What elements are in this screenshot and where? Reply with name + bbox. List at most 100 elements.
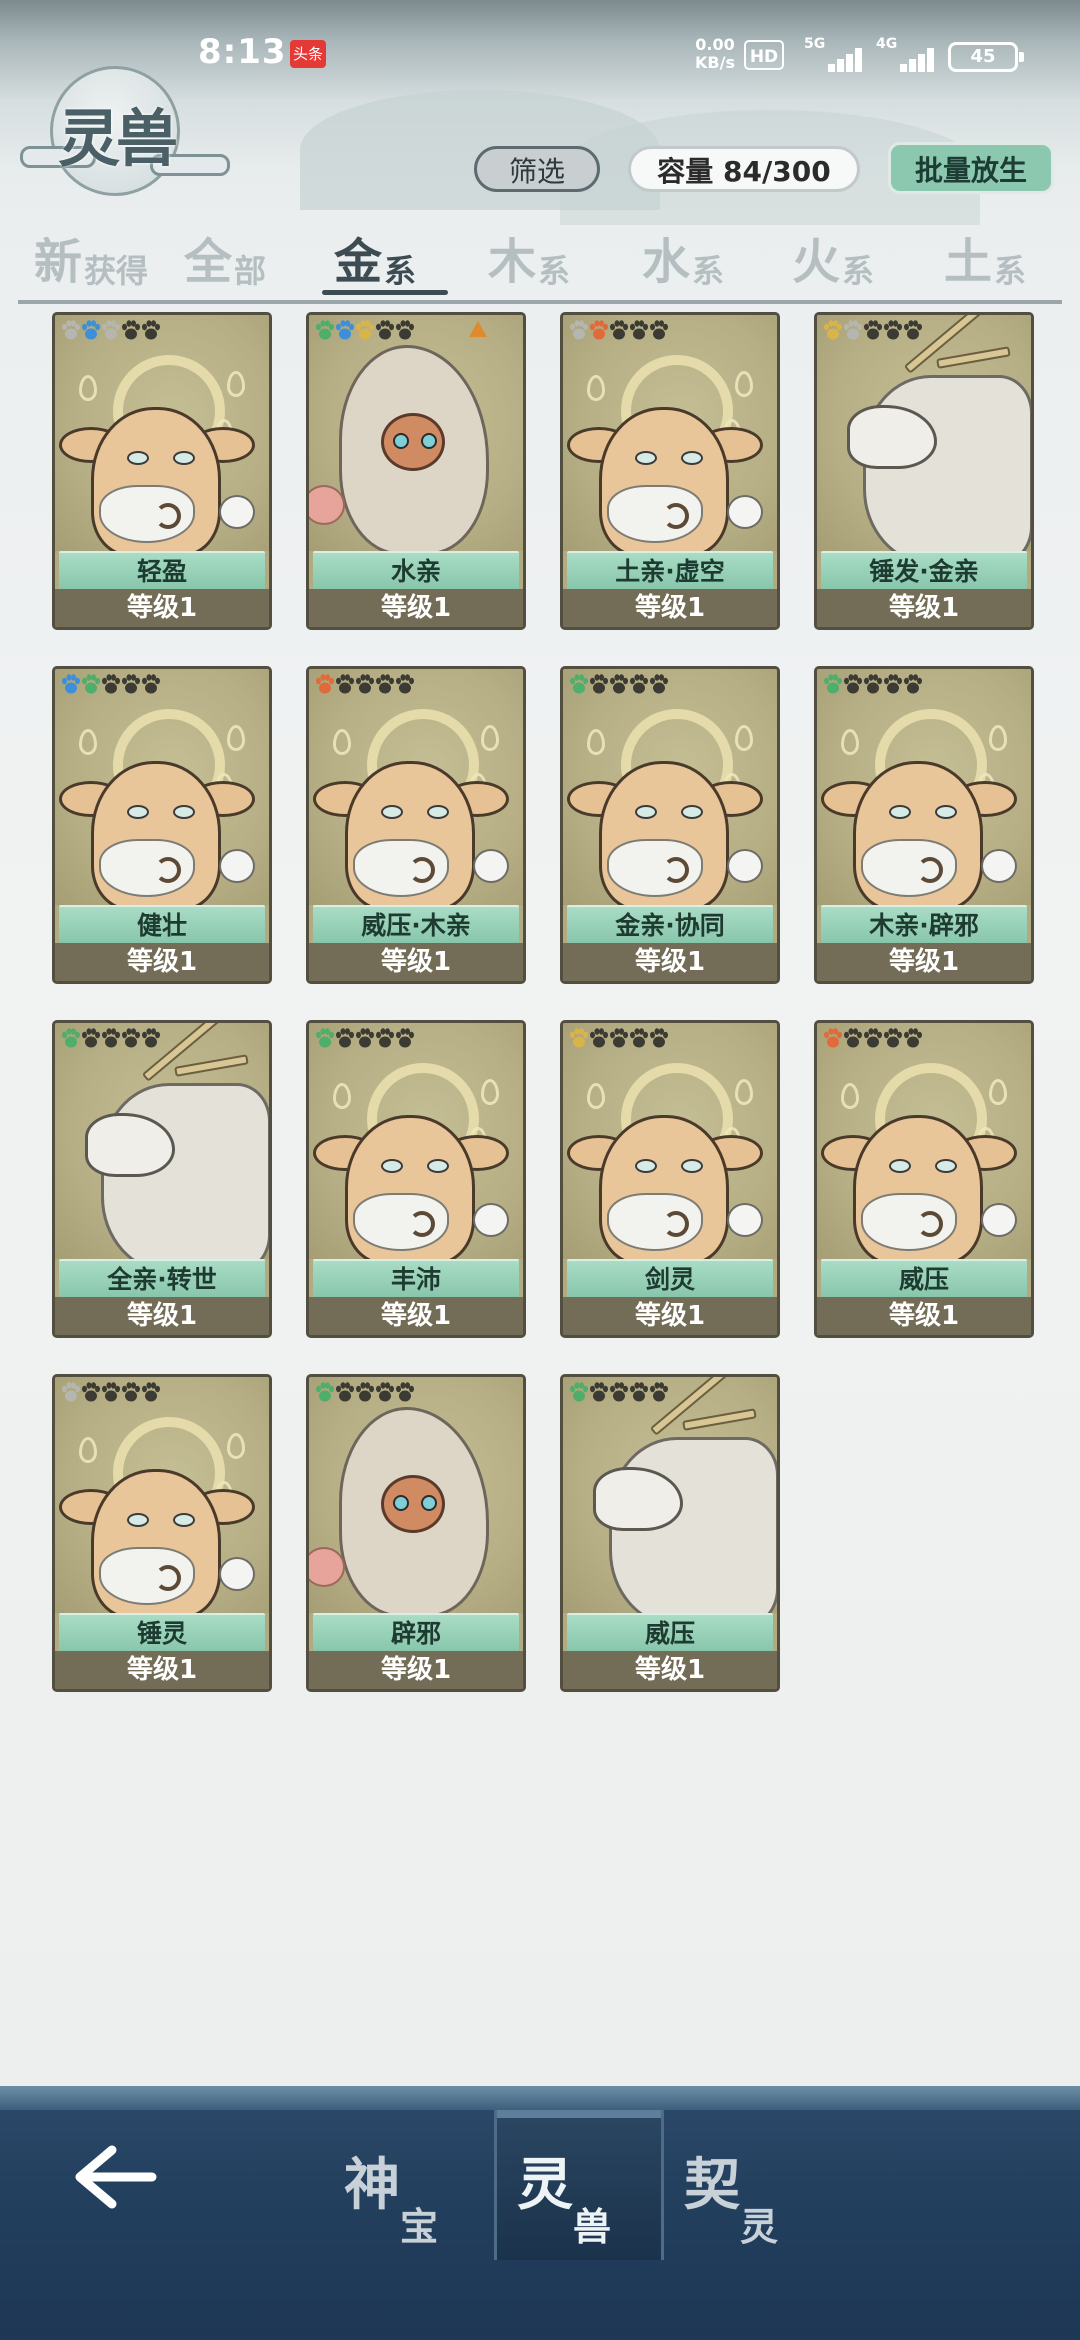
beast-card[interactable]: 威压·木亲 等级1 bbox=[306, 666, 526, 984]
swirl-mark bbox=[155, 1565, 181, 1591]
paw-icon bbox=[355, 1027, 375, 1049]
paw-icon bbox=[609, 1381, 629, 1403]
tab-label-main: 土 bbox=[944, 234, 993, 290]
paw-icon bbox=[589, 1381, 609, 1403]
flame-decoration bbox=[735, 725, 753, 751]
tab-label-main: 火 bbox=[792, 234, 841, 290]
paw-icon bbox=[61, 673, 81, 695]
nav-item-1[interactable]: 灵兽 bbox=[494, 2110, 664, 2260]
nav-label-sub: 兽 bbox=[573, 2204, 612, 2249]
paw-icon bbox=[81, 1381, 101, 1403]
rabbit-eye bbox=[127, 451, 149, 465]
peach-icon bbox=[309, 485, 345, 525]
paw-icon bbox=[101, 1027, 121, 1049]
beast-name: 健壮 bbox=[59, 905, 265, 945]
beast-card[interactable]: 辟邪 等级1 bbox=[306, 1374, 526, 1692]
beast-card[interactable]: 威压 等级1 bbox=[560, 1374, 780, 1692]
tab-label-main: 新 bbox=[34, 234, 83, 290]
paw-icon bbox=[335, 673, 355, 695]
beast-level: 等级1 bbox=[817, 943, 1031, 981]
beast-name: 全亲·转世 bbox=[59, 1259, 265, 1299]
paw-icon bbox=[61, 1027, 81, 1049]
rabbit-eye bbox=[935, 1159, 957, 1173]
beast-level: 等级1 bbox=[55, 589, 269, 627]
arrow-left-icon[interactable] bbox=[72, 2142, 162, 2212]
flame-decoration bbox=[735, 371, 753, 397]
paw-icon bbox=[375, 673, 395, 695]
beast-level: 等级1 bbox=[309, 1297, 523, 1335]
beast-card[interactable]: 水亲 等级1 bbox=[306, 312, 526, 630]
paw-icon bbox=[569, 1381, 589, 1403]
beast-name: 锤发·金亲 bbox=[821, 551, 1027, 591]
filter-button[interactable]: 筛选 bbox=[474, 146, 600, 192]
beast-card[interactable]: 健壮 等级1 bbox=[52, 666, 272, 984]
beast-name: 丰沛 bbox=[313, 1259, 519, 1299]
tab-6[interactable]: 土系 bbox=[944, 222, 1026, 300]
paw-icon bbox=[823, 673, 843, 695]
beast-portrait bbox=[55, 669, 269, 905]
nav-item-0[interactable]: 神宝 bbox=[324, 2110, 488, 2260]
tab-1[interactable]: 全部 bbox=[184, 222, 266, 300]
flame-decoration bbox=[333, 729, 351, 755]
tab-5[interactable]: 火系 bbox=[792, 222, 874, 300]
paw-icon bbox=[589, 1027, 609, 1049]
paw-icon bbox=[141, 319, 161, 341]
beast-card[interactable]: 丰沛 等级1 bbox=[306, 1020, 526, 1338]
tab-2[interactable]: 金系 bbox=[334, 222, 416, 300]
flame-decoration bbox=[989, 725, 1007, 751]
paw-icon bbox=[335, 1381, 355, 1403]
beast-card[interactable]: 威压 等级1 bbox=[814, 1020, 1034, 1338]
beast-card[interactable]: 轻盈 等级1 bbox=[52, 312, 272, 630]
beast-card[interactable]: 锤发·金亲 等级1 bbox=[814, 312, 1034, 630]
beast-card[interactable]: 土亲·虚空 等级1 bbox=[560, 312, 780, 630]
nav-label-main: 灵 bbox=[517, 2152, 573, 2218]
swirl-mark bbox=[917, 857, 943, 883]
beast-level: 等级1 bbox=[563, 1651, 777, 1689]
tab-3[interactable]: 木系 bbox=[488, 222, 570, 300]
rabbit-eye bbox=[173, 451, 195, 465]
swirl-mark bbox=[409, 1211, 435, 1237]
swirl-mark bbox=[663, 503, 689, 529]
beast-portrait bbox=[309, 315, 523, 551]
beast-level: 等级1 bbox=[309, 943, 523, 981]
paw-icon bbox=[81, 319, 101, 341]
paw-icon bbox=[315, 673, 335, 695]
swirl-mark bbox=[663, 857, 689, 883]
flame-decoration bbox=[79, 375, 97, 401]
swirl-mark bbox=[917, 1211, 943, 1237]
beast-portrait bbox=[309, 1377, 523, 1613]
tab-label-sub: 部 bbox=[234, 252, 267, 290]
beast-level: 等级1 bbox=[309, 1651, 523, 1689]
paw-icon bbox=[883, 1027, 903, 1049]
paw-icon bbox=[649, 673, 669, 695]
beast-card[interactable]: 木亲·辟邪 等级1 bbox=[814, 666, 1034, 984]
paw-icon bbox=[863, 319, 883, 341]
beast-name: 威压 bbox=[567, 1613, 773, 1653]
rabbit-tail bbox=[219, 849, 255, 883]
nav-item-2[interactable]: 契灵 bbox=[664, 2110, 828, 2260]
beast-card[interactable]: 锤灵 等级1 bbox=[52, 1374, 272, 1692]
antler bbox=[174, 1054, 249, 1077]
batch-release-button[interactable]: 批量放生 bbox=[888, 142, 1054, 194]
flame-decoration bbox=[333, 1083, 351, 1109]
paw-icon bbox=[843, 319, 863, 341]
tab-0[interactable]: 新获得 bbox=[34, 222, 148, 300]
paw-icon bbox=[589, 319, 609, 341]
paw-icon bbox=[101, 673, 121, 695]
paw-icon bbox=[121, 673, 141, 695]
tab-label-sub: 系 bbox=[538, 252, 571, 290]
rabbit-eye bbox=[427, 1159, 449, 1173]
flame-decoration bbox=[587, 1083, 605, 1109]
beast-card[interactable]: 全亲·转世 等级1 bbox=[52, 1020, 272, 1338]
paw-icon bbox=[609, 319, 629, 341]
swirl-mark bbox=[663, 1211, 689, 1237]
battery-icon: 45 bbox=[948, 42, 1024, 72]
beast-card[interactable]: 剑灵 等级1 bbox=[560, 1020, 780, 1338]
tab-4[interactable]: 水系 bbox=[642, 222, 724, 300]
paw-icon bbox=[843, 1027, 863, 1049]
beast-portrait bbox=[309, 1023, 523, 1259]
flame-decoration bbox=[79, 1437, 97, 1463]
beast-card[interactable]: 金亲·协同 等级1 bbox=[560, 666, 780, 984]
paw-icon bbox=[903, 673, 923, 695]
paw-icon bbox=[823, 319, 843, 341]
